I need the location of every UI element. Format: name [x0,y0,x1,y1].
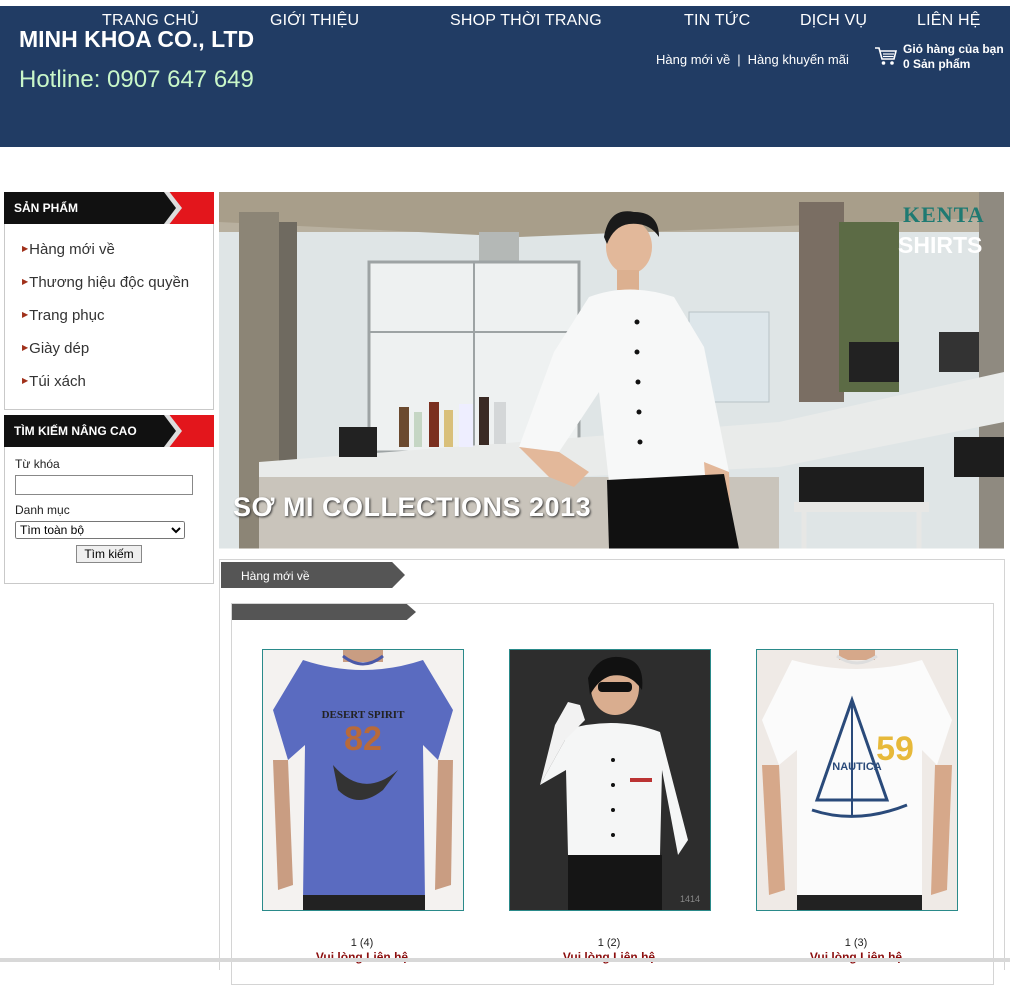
page-bottom-border [0,958,1010,962]
new-arrivals-section: Hàng mới về DESERT SPIRIT 82 1 (4) Vui l… [219,559,1005,985]
arrow-bullet-icon: ▶ [22,277,29,286]
menu-item-shoes[interactable]: ▶Giày dép [22,335,213,368]
menu-item-label: Hàng mới về [29,241,115,258]
hero-banner[interactable]: KENTA SHIRTS SƠ MI COLLECTIONS 2013 [219,192,1004,549]
product-image[interactable]: 59 NAUTICA [756,649,958,911]
nav-services[interactable]: DỊCH VỤ [800,12,867,30]
hotline: Hotline: 0907 647 649 [19,66,254,93]
section-tag: Hàng mới về [221,562,405,588]
svg-text:1414: 1414 [680,894,700,904]
new-arrivals-link[interactable]: Hàng mới về [656,52,730,67]
white-shirt-image: 1414 [510,650,710,910]
svg-text:59: 59 [876,730,914,768]
product-image[interactable]: 1414 [509,649,711,911]
product-count: 1 (3) [844,937,868,949]
svg-text:82: 82 [344,720,382,758]
menu-item-exclusive-brands[interactable]: ▶Thương hiệu độc quyền [22,269,213,302]
product-card[interactable]: 1414 1 (2) Vui lòng Liên hệ [509,649,711,964]
products-menu-list: ▶Hàng mới về ▶Thương hiệu độc quyền ▶Tra… [5,224,213,407]
search-form: Từ khóa Danh mục Tìm toàn bộ Tìm kiếm [5,447,213,575]
category-label: Danh mục [15,503,70,517]
shopping-cart-icon [875,47,898,65]
menu-item-clothing[interactable]: ▶Trang phục [22,302,213,335]
menu-item-new-arrivals[interactable]: ▶Hàng mới về [22,236,213,269]
cart-label: Giỏ hàng của bạn [903,42,1004,56]
menu-item-label: Giày dép [29,340,90,357]
category-select[interactable]: Tìm toàn bộ [15,521,185,539]
search-button[interactable]: Tìm kiếm [76,545,142,563]
products-menu-header: SẢN PHẨM [4,192,214,224]
keyword-label: Từ khóa [15,457,60,471]
menu-item-label: Trang phục [29,307,105,324]
nav-news[interactable]: TIN TỨC [684,12,750,30]
banner-caption: SƠ MI COLLECTIONS 2013 [233,492,592,522]
nav-contact[interactable]: LIÊN HỆ [917,12,981,30]
blue-tshirt-image: DESERT SPIRIT 82 [263,650,463,910]
site-header: TRANG CHỦ GIỚI THIỆU SHOP THỜI TRANG TIN… [0,6,1010,147]
advanced-search-box: TÌM KIẾM NÂNG CAO Từ khóa Danh mục Tìm t… [4,415,214,584]
arrow-bullet-icon: ▶ [22,343,29,352]
menu-item-bags[interactable]: ▶Túi xách [22,368,213,401]
banner-brand-bottom: SHIRTS [898,232,983,258]
section-tag-label: Hàng mới về [241,569,310,583]
products-menu-box: SẢN PHẨM ▶Hàng mới về ▶Thương hiệu độc q… [4,192,214,410]
arrow-bullet-icon: ▶ [22,376,29,385]
nav-about[interactable]: GIỚI THIỆU [270,12,359,30]
advanced-search-title: TÌM KIẾM NÂNG CAO [14,424,137,438]
printed-tshirt-image: 59 NAUTICA [757,650,957,910]
nav-fashion-shop[interactable]: SHOP THỜI TRANG [450,12,602,30]
product-count: 1 (2) [597,937,621,949]
products-menu-title: SẢN PHẨM [14,201,79,215]
keyword-input[interactable] [15,475,193,495]
product-card[interactable]: 59 NAUTICA 1 (3) Vui lòng Liên hệ [756,649,958,964]
product-grid-tag [232,604,416,620]
product-grid: DESERT SPIRIT 82 1 (4) Vui lòng Liên hệ [231,603,994,985]
menu-item-label: Thương hiệu độc quyền [29,274,190,291]
product-count: 1 (4) [350,937,374,949]
link-separator: | [737,52,741,67]
header-sublinks: Hàng mới về | Hàng khuyến mãi [656,52,849,67]
advanced-search-header: TÌM KIẾM NÂNG CAO [4,415,214,447]
svg-text:NAUTICA: NAUTICA [832,761,882,773]
promotions-link[interactable]: Hàng khuyến mãi [748,52,849,67]
cart-count: 0 Sản phẩm [903,57,971,71]
product-card[interactable]: DESERT SPIRIT 82 1 (4) Vui lòng Liên hệ [262,649,464,964]
banner-brand-top: KENTA [903,202,985,227]
company-name: MINH KHOA CO., LTD [19,26,255,52]
menu-item-label: Túi xách [29,373,86,390]
arrow-bullet-icon: ▶ [22,310,29,319]
arrow-bullet-icon: ▶ [22,244,29,253]
product-image[interactable]: DESERT SPIRIT 82 [262,649,464,911]
